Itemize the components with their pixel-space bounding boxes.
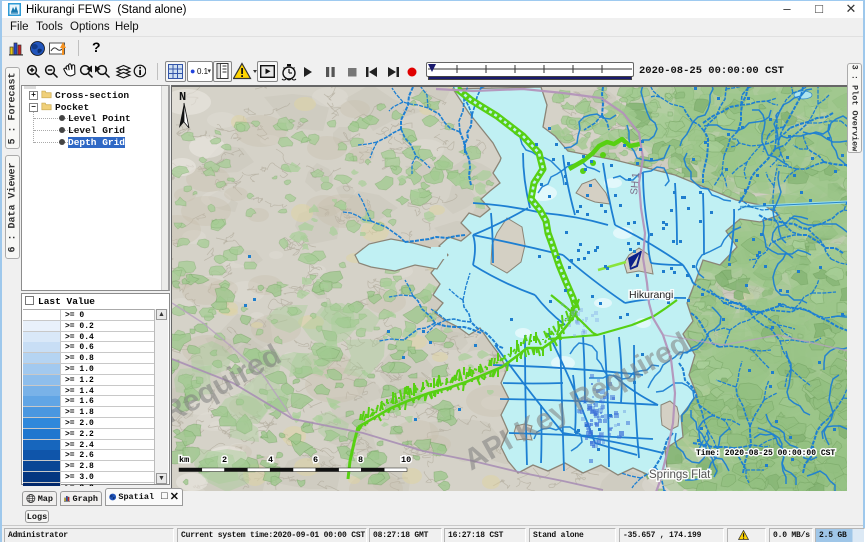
svg-text:Hikurangi: Hikurangi	[629, 289, 673, 301]
svg-text:4: 4	[268, 455, 273, 465]
svg-text:6: 6	[313, 455, 318, 465]
svg-text:8: 8	[358, 455, 363, 465]
svg-text:SH 1: SH 1	[629, 172, 642, 196]
svg-text:2: 2	[222, 455, 227, 465]
svg-text:10: 10	[401, 455, 411, 465]
svg-text:Springs Flat: Springs Flat	[649, 469, 711, 481]
svg-text:N: N	[179, 90, 186, 104]
svg-text:km: km	[179, 455, 189, 465]
svg-text:Time: 2020-08-25 00:00:00 CST: Time: 2020-08-25 00:00:00 CST	[696, 449, 835, 458]
